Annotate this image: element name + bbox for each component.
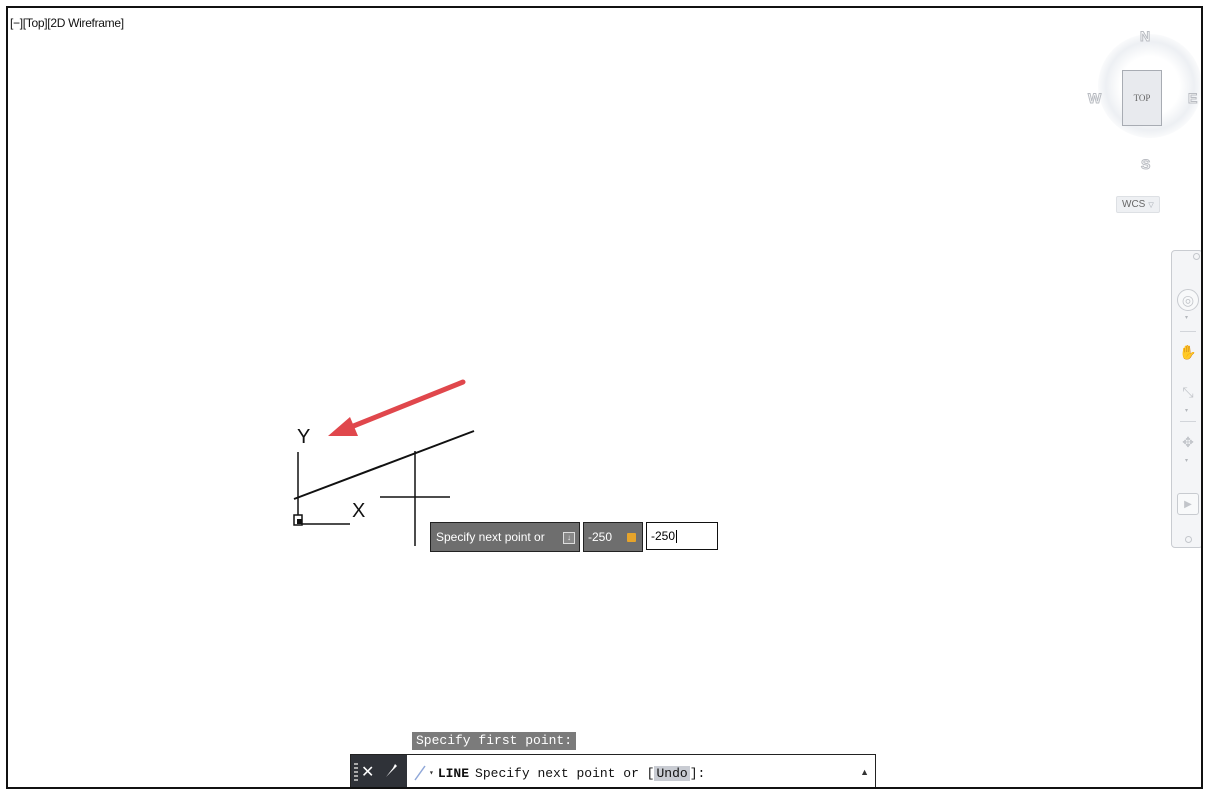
navigation-bar[interactable]: ◎ ▾ ✋ ⤡ ▾ ✥ ▾ ▶ [1171, 250, 1201, 548]
command-history-line: Specify first point: [412, 732, 577, 750]
orbit-icon[interactable]: ✥ [1177, 431, 1199, 453]
command-name: LINE [437, 765, 470, 781]
compass-west[interactable]: W [1087, 90, 1101, 107]
undo-option[interactable]: Undo [654, 765, 690, 781]
pan-icon[interactable]: ✋ [1177, 341, 1199, 363]
compass-north[interactable]: N [1139, 28, 1150, 45]
dynamic-input-prompt-text: Specify next point or [436, 530, 545, 544]
drawing-canvas[interactable] [8, 8, 1203, 789]
drag-grip-icon[interactable] [354, 763, 358, 783]
customize-wrench-icon[interactable] [383, 761, 399, 784]
zoom-icon[interactable]: ⤡ [1177, 381, 1199, 403]
drawn-line [293, 430, 475, 500]
dynamic-input-options-icon[interactable]: ↓ [563, 532, 575, 544]
viewcube-top-face[interactable]: TOP [1122, 70, 1162, 126]
annotation-arrow-head [328, 417, 358, 436]
text-cursor [676, 529, 678, 543]
dynamic-input-value-2: -250 [651, 529, 676, 543]
wcs-menu[interactable]: WCS ▽ [1116, 196, 1160, 213]
dynamic-input-distance-field[interactable]: -250 [583, 522, 643, 552]
wcs-label: WCS [1122, 199, 1146, 210]
compass-east[interactable]: E [1187, 90, 1197, 107]
viewcube[interactable]: N W E S TOP WCS ▽ [1086, 14, 1201, 214]
command-input[interactable]: ▾ LINE Specify next point or [Undo]: [409, 755, 875, 787]
command-history-toggle-icon[interactable]: ▲ [860, 767, 869, 777]
dynamic-input-angle-field[interactable]: -250 [646, 522, 718, 550]
zoom-dropdown-icon[interactable]: ▾ [1185, 407, 1188, 414]
lock-icon [627, 533, 636, 542]
command-prompt: Specify next point or [ [475, 765, 655, 781]
dynamic-input-prompt: Specify next point or ↓ [430, 522, 580, 552]
recent-commands-dropdown-icon[interactable]: ▾ [429, 768, 434, 778]
close-icon[interactable]: ✕ [361, 762, 374, 782]
showmotion-icon[interactable]: ▶ [1177, 493, 1199, 515]
drawing-area[interactable]: [−][Top][2D Wireframe] Y X N W E S TOP W… [6, 6, 1203, 789]
line-command-icon [413, 763, 427, 783]
annotation-arrow-shaft [343, 379, 466, 432]
command-prompt-suffix: ]: [689, 765, 706, 781]
ucs-x-label: X [352, 500, 366, 522]
steering-wheel-icon[interactable]: ◎ [1177, 289, 1199, 311]
command-line-toolbar: ✕ [351, 755, 407, 787]
dynamic-input-value-1: -250 [588, 530, 613, 544]
ucs-y-label: Y [297, 426, 311, 448]
orbit-dropdown-icon[interactable]: ▾ [1185, 457, 1188, 464]
wcs-dropdown-icon: ▽ [1148, 202, 1154, 209]
steering-wheel-dropdown-icon[interactable]: ▾ [1185, 314, 1188, 321]
command-line-window[interactable]: ✕ ▾ LINE Specify next point or [Undo]: ▲ [350, 754, 876, 787]
compass-south[interactable]: S [1140, 156, 1150, 173]
